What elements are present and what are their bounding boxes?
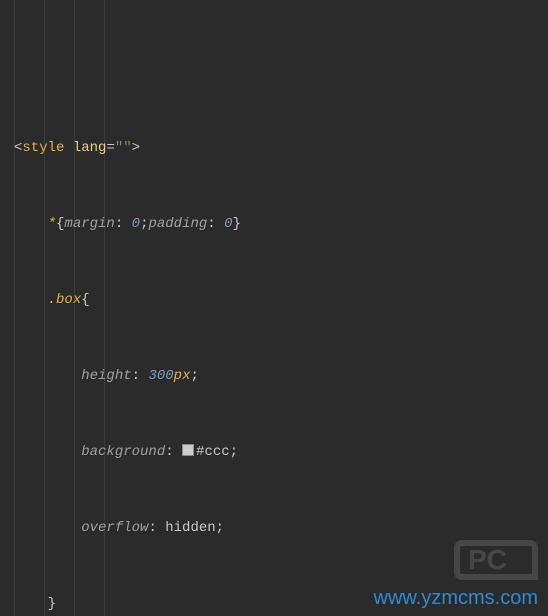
code-line: .box{ (0, 291, 548, 310)
watermark-text: www.yzmcms.com (374, 587, 538, 610)
code-line: background: #ccc; (0, 443, 548, 462)
code-block: <style lang=""> *{margin: 0;padding: 0} … (0, 0, 548, 616)
code-line: *{margin: 0;padding: 0} (0, 215, 548, 234)
code-line: <style lang=""> (0, 139, 548, 158)
code-line: overflow: hidden; (0, 519, 548, 538)
color-swatch (182, 444, 194, 456)
logo-watermark-icon: PC (454, 540, 538, 580)
code-line: height: 300px; (0, 367, 548, 386)
